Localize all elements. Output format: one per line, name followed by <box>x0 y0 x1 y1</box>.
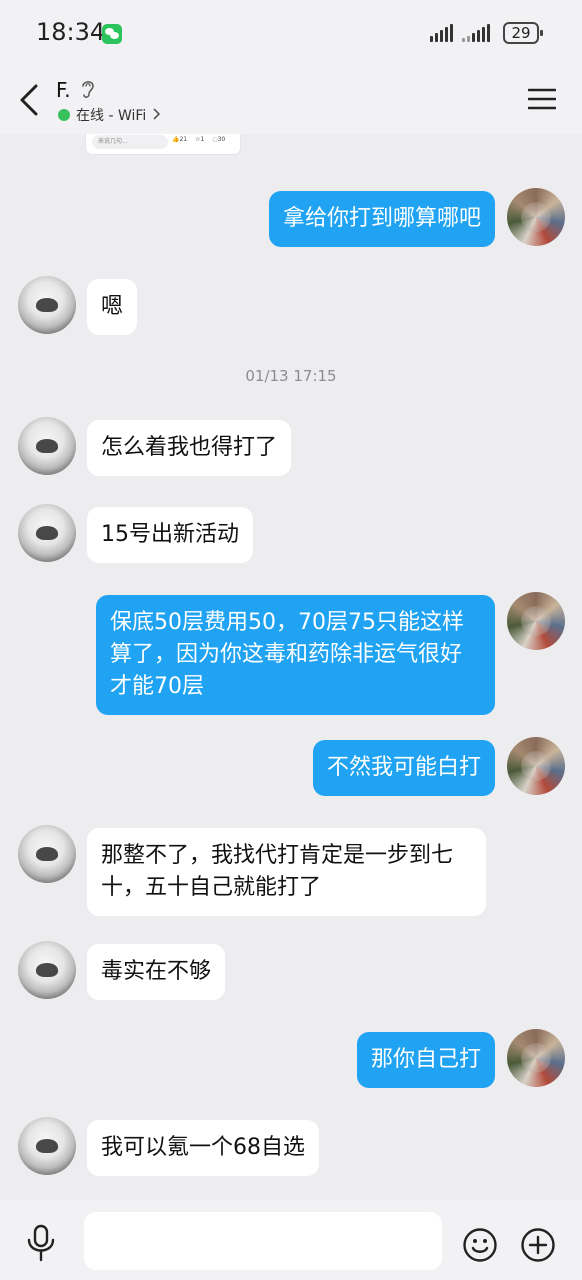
chevron-right-icon[interactable] <box>152 108 160 120</box>
add-attachment-icon[interactable] <box>520 1227 556 1263</box>
wechat-notification-icon <box>102 24 122 44</box>
online-status-dot <box>58 109 70 121</box>
status-bar: 18:34 29 <box>0 0 582 66</box>
online-status-text[interactable]: 在线 - WiFi <box>76 105 146 125</box>
card-likes-count: 21 <box>179 136 188 143</box>
contact-avatar[interactable] <box>18 941 76 999</box>
battery-icon: 29 <box>503 22 543 44</box>
contact-avatar[interactable] <box>18 1117 76 1175</box>
card-stats: 👍21 ☆1 ◌30 <box>172 136 225 143</box>
message-bubble-outgoing[interactable]: 拿给你打到哪算哪吧 <box>268 191 495 247</box>
contact-avatar[interactable] <box>18 417 76 475</box>
my-avatar[interactable] <box>507 592 565 650</box>
chat-header: F. 在线 - WiFi <box>0 66 582 134</box>
card-comment-input: 来说几句... <box>92 135 168 149</box>
contact-avatar[interactable] <box>18 276 76 334</box>
message-bubble-incoming[interactable]: 那整不了，我找代打肯定是一步到七十，五十自己就能打了 <box>87 828 486 916</box>
card-shares: ☆1 <box>195 136 205 143</box>
message-bubble-incoming[interactable]: 我可以氪一个68自选 <box>87 1120 319 1176</box>
message-text-input[interactable] <box>84 1212 442 1270</box>
shared-post-card[interactable]: ▔ ▔ ▔▔▔ 来说几句... 👍21 ☆1 ◌30 <box>86 134 240 154</box>
message-bubble-incoming[interactable]: 怎么着我也得打了 <box>87 420 292 476</box>
card-likes: 👍21 <box>172 136 188 143</box>
microphone-icon[interactable] <box>24 1224 58 1262</box>
message-bubble-outgoing[interactable]: 不然我可能白打 <box>312 740 495 796</box>
my-avatar[interactable] <box>507 1029 565 1087</box>
my-avatar[interactable] <box>507 737 565 795</box>
contact-avatar[interactable] <box>18 504 76 562</box>
card-comments: ◌30 <box>212 136 226 143</box>
ear-icon <box>82 81 94 98</box>
contact-avatar[interactable] <box>18 825 76 883</box>
menu-icon[interactable] <box>528 87 556 111</box>
message-bubble-outgoing[interactable]: 那你自己打 <box>356 1032 495 1088</box>
card-comments-count: 30 <box>217 136 226 143</box>
battery-level: 29 <box>511 24 531 42</box>
message-bubble-incoming[interactable]: 15号出新活动 <box>87 507 253 563</box>
my-avatar[interactable] <box>507 188 565 246</box>
message-bubble-incoming[interactable]: 嗯 <box>87 279 138 335</box>
contact-name[interactable]: F. <box>56 78 71 102</box>
message-bubble-outgoing[interactable]: 保底50层费用50，70层75只能这样算了，因为你这毒和药除非运气很好才能70层 <box>96 595 495 715</box>
chat-message-list[interactable]: ▔ ▔ ▔▔▔ 来说几句... 👍21 ☆1 ◌30 拿给你打到哪算哪吧 嗯 0… <box>0 134 582 1200</box>
message-bubble-incoming[interactable]: 毒实在不够 <box>87 944 226 1000</box>
message-input-bar <box>0 1200 582 1280</box>
signal-strength-2-icon <box>462 24 490 42</box>
back-arrow-icon[interactable] <box>14 80 48 120</box>
signal-strength-icon <box>430 24 453 42</box>
emoji-icon[interactable] <box>462 1227 498 1263</box>
status-time: 18:34 <box>36 18 106 46</box>
message-timestamp: 01/13 17:15 <box>245 367 337 385</box>
card-shares-count: 1 <box>200 136 205 143</box>
